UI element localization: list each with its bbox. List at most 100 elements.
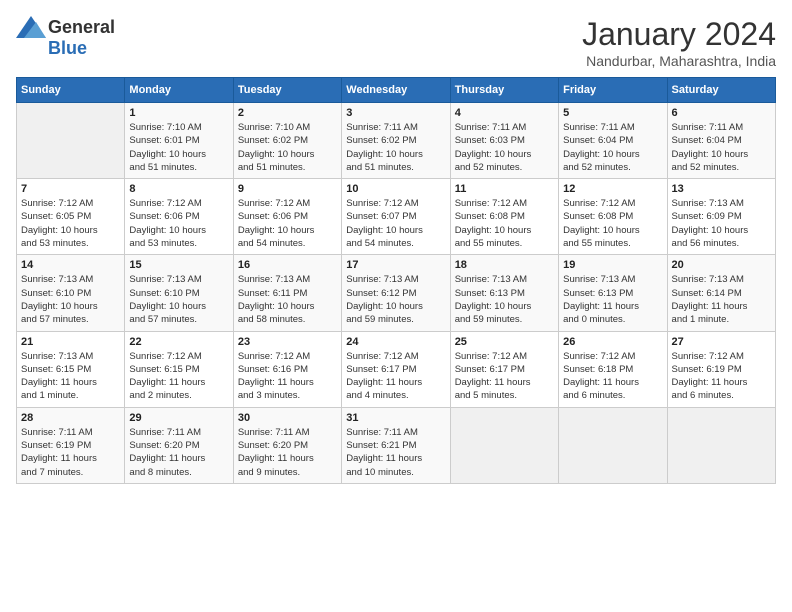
day-of-week-header: Sunday	[17, 78, 125, 103]
day-number: 14	[21, 259, 120, 271]
day-info: Sunrise: 7:11 AM Sunset: 6:04 PM Dayligh…	[672, 121, 771, 174]
day-of-week-header: Wednesday	[342, 78, 450, 103]
month-title: January 2024	[582, 16, 776, 53]
day-info: Sunrise: 7:10 AM Sunset: 6:01 PM Dayligh…	[129, 121, 228, 174]
day-number: 19	[563, 259, 662, 271]
day-info: Sunrise: 7:13 AM Sunset: 6:13 PM Dayligh…	[455, 273, 554, 326]
day-info: Sunrise: 7:12 AM Sunset: 6:05 PM Dayligh…	[21, 197, 120, 250]
calendar-day-cell: 26 Sunrise: 7:12 AM Sunset: 6:18 PM Dayli…	[559, 331, 667, 407]
day-of-week-header: Monday	[125, 78, 233, 103]
day-number: 1	[129, 107, 228, 119]
day-info: Sunrise: 7:13 AM Sunset: 6:14 PM Dayligh…	[672, 273, 771, 326]
day-info: Sunrise: 7:12 AM Sunset: 6:16 PM Dayligh…	[238, 350, 337, 403]
calendar-table: SundayMondayTuesdayWednesdayThursdayFrid…	[16, 77, 776, 484]
calendar-week-row: 7 Sunrise: 7:12 AM Sunset: 6:05 PM Daylig…	[17, 179, 776, 255]
calendar-day-cell: 19 Sunrise: 7:13 AM Sunset: 6:13 PM Dayli…	[559, 255, 667, 331]
location-title: Nandurbar, Maharashtra, India	[582, 53, 776, 69]
calendar-day-cell: 18 Sunrise: 7:13 AM Sunset: 6:13 PM Dayli…	[450, 255, 558, 331]
day-number: 16	[238, 259, 337, 271]
calendar-day-cell: 21Sunrise: 7:13 AM Sunset: 6:15 PM Dayli…	[17, 331, 125, 407]
day-info: Sunrise: 7:12 AM Sunset: 6:18 PM Dayligh…	[563, 350, 662, 403]
day-number: 3	[346, 107, 445, 119]
calendar-day-cell: 28 Sunrise: 7:11 AM Sunset: 6:19 PM Dayli…	[17, 407, 125, 483]
calendar-day-cell	[667, 407, 775, 483]
day-info: Sunrise: 7:11 AM Sunset: 6:03 PM Dayligh…	[455, 121, 554, 174]
day-of-week-header: Thursday	[450, 78, 558, 103]
day-number: 12	[563, 183, 662, 195]
calendar-day-cell: 15 Sunrise: 7:13 AM Sunset: 6:10 PM Dayli…	[125, 255, 233, 331]
calendar-day-cell: 25 Sunrise: 7:12 AM Sunset: 6:17 PM Dayli…	[450, 331, 558, 407]
day-info: Sunrise: 7:11 AM Sunset: 6:02 PM Dayligh…	[346, 121, 445, 174]
calendar-day-cell: 12Sunrise: 7:12 AM Sunset: 6:08 PM Dayli…	[559, 179, 667, 255]
day-of-week-header: Saturday	[667, 78, 775, 103]
calendar-day-cell: 22Sunrise: 7:12 AM Sunset: 6:15 PM Dayli…	[125, 331, 233, 407]
day-info: Sunrise: 7:13 AM Sunset: 6:10 PM Dayligh…	[129, 273, 228, 326]
day-info: Sunrise: 7:11 AM Sunset: 6:20 PM Dayligh…	[238, 426, 337, 479]
calendar-week-row: 14 Sunrise: 7:13 AM Sunset: 6:10 PM Dayli…	[17, 255, 776, 331]
calendar-day-cell: 23 Sunrise: 7:12 AM Sunset: 6:16 PM Dayli…	[233, 331, 341, 407]
calendar-day-cell	[450, 407, 558, 483]
logo-icon	[16, 16, 46, 38]
day-info: Sunrise: 7:13 AM Sunset: 6:11 PM Dayligh…	[238, 273, 337, 326]
day-number: 26	[563, 336, 662, 348]
calendar-day-cell: 7 Sunrise: 7:12 AM Sunset: 6:05 PM Daylig…	[17, 179, 125, 255]
calendar-day-cell: 16 Sunrise: 7:13 AM Sunset: 6:11 PM Dayli…	[233, 255, 341, 331]
day-number: 15	[129, 259, 228, 271]
calendar-day-cell: 24Sunrise: 7:12 AM Sunset: 6:17 PM Dayli…	[342, 331, 450, 407]
day-info: Sunrise: 7:12 AM Sunset: 6:17 PM Dayligh…	[455, 350, 554, 403]
calendar-day-cell: 5 Sunrise: 7:11 AM Sunset: 6:04 PM Daylig…	[559, 103, 667, 179]
day-info: Sunrise: 7:12 AM Sunset: 6:07 PM Dayligh…	[346, 197, 445, 250]
day-info: Sunrise: 7:12 AM Sunset: 6:06 PM Dayligh…	[129, 197, 228, 250]
day-info: Sunrise: 7:13 AM Sunset: 6:15 PM Dayligh…	[21, 350, 120, 403]
calendar-day-cell: 10 Sunrise: 7:12 AM Sunset: 6:07 PM Dayli…	[342, 179, 450, 255]
day-info: Sunrise: 7:13 AM Sunset: 6:12 PM Dayligh…	[346, 273, 445, 326]
day-number: 22	[129, 336, 228, 348]
day-number: 18	[455, 259, 554, 271]
day-number: 27	[672, 336, 771, 348]
header: General Blue January 2024 Nandurbar, Mah…	[16, 16, 776, 69]
day-number: 4	[455, 107, 554, 119]
day-number: 29	[129, 412, 228, 424]
calendar-day-cell: 4 Sunrise: 7:11 AM Sunset: 6:03 PM Daylig…	[450, 103, 558, 179]
calendar-week-row: 1 Sunrise: 7:10 AM Sunset: 6:01 PM Daylig…	[17, 103, 776, 179]
day-number: 13	[672, 183, 771, 195]
day-number: 25	[455, 336, 554, 348]
calendar-day-cell: 20 Sunrise: 7:13 AM Sunset: 6:14 PM Dayli…	[667, 255, 775, 331]
day-number: 10	[346, 183, 445, 195]
day-number: 20	[672, 259, 771, 271]
calendar-day-cell: 31Sunrise: 7:11 AM Sunset: 6:21 PM Dayli…	[342, 407, 450, 483]
logo-blue: Blue	[48, 38, 87, 59]
day-number: 5	[563, 107, 662, 119]
day-number: 8	[129, 183, 228, 195]
day-number: 2	[238, 107, 337, 119]
calendar-day-cell: 9Sunrise: 7:12 AM Sunset: 6:06 PM Daylig…	[233, 179, 341, 255]
title-area: January 2024 Nandurbar, Maharashtra, Ind…	[582, 16, 776, 69]
day-info: Sunrise: 7:10 AM Sunset: 6:02 PM Dayligh…	[238, 121, 337, 174]
calendar-day-cell: 13Sunrise: 7:13 AM Sunset: 6:09 PM Dayli…	[667, 179, 775, 255]
day-number: 7	[21, 183, 120, 195]
day-number: 17	[346, 259, 445, 271]
day-number: 23	[238, 336, 337, 348]
calendar-day-cell: 29Sunrise: 7:11 AM Sunset: 6:20 PM Dayli…	[125, 407, 233, 483]
day-info: Sunrise: 7:11 AM Sunset: 6:21 PM Dayligh…	[346, 426, 445, 479]
day-number: 30	[238, 412, 337, 424]
calendar-week-row: 21Sunrise: 7:13 AM Sunset: 6:15 PM Dayli…	[17, 331, 776, 407]
day-number: 11	[455, 183, 554, 195]
calendar-week-row: 28 Sunrise: 7:11 AM Sunset: 6:19 PM Dayli…	[17, 407, 776, 483]
calendar-day-cell: 27Sunrise: 7:12 AM Sunset: 6:19 PM Dayli…	[667, 331, 775, 407]
logo: General Blue	[16, 16, 115, 59]
day-of-week-header: Tuesday	[233, 78, 341, 103]
day-number: 28	[21, 412, 120, 424]
day-of-week-header: Friday	[559, 78, 667, 103]
calendar-day-cell: 30 Sunrise: 7:11 AM Sunset: 6:20 PM Dayli…	[233, 407, 341, 483]
day-info: Sunrise: 7:11 AM Sunset: 6:19 PM Dayligh…	[21, 426, 120, 479]
day-info: Sunrise: 7:13 AM Sunset: 6:10 PM Dayligh…	[21, 273, 120, 326]
day-info: Sunrise: 7:11 AM Sunset: 6:04 PM Dayligh…	[563, 121, 662, 174]
logo-general: General	[48, 17, 115, 38]
calendar-day-cell: 1 Sunrise: 7:10 AM Sunset: 6:01 PM Daylig…	[125, 103, 233, 179]
calendar-day-cell: 2 Sunrise: 7:10 AM Sunset: 6:02 PM Daylig…	[233, 103, 341, 179]
calendar-day-cell: 8 Sunrise: 7:12 AM Sunset: 6:06 PM Daylig…	[125, 179, 233, 255]
day-number: 9	[238, 183, 337, 195]
calendar-day-cell	[17, 103, 125, 179]
day-info: Sunrise: 7:13 AM Sunset: 6:13 PM Dayligh…	[563, 273, 662, 326]
